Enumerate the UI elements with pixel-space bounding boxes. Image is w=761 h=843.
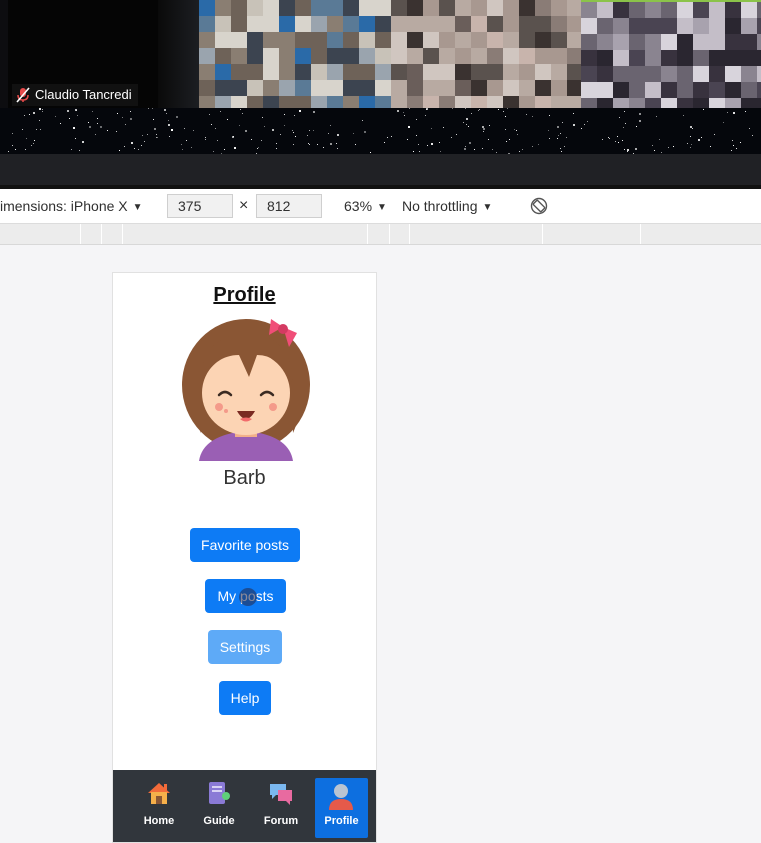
chat-bubbles-icon: [270, 784, 292, 805]
mic-muted-icon: [16, 87, 30, 103]
zoom-select[interactable]: 63% ▼: [344, 189, 387, 223]
participant-tile-local[interactable]: Claudio Tancredi: [8, 0, 199, 108]
user-name: Barb: [223, 467, 266, 489]
zoom-value: 63%: [344, 198, 373, 214]
nav-label: Profile: [324, 815, 359, 827]
nav-item-guide[interactable]: Guide: [190, 770, 248, 842]
nav-item-forum[interactable]: Forum: [252, 770, 310, 842]
nav-label: Guide: [203, 815, 235, 827]
height-input[interactable]: 812: [256, 194, 322, 218]
avatar: [179, 315, 313, 461]
throttling-select[interactable]: No throttling ▼: [402, 189, 492, 223]
caret-down-icon: ▼: [482, 202, 493, 213]
participant-tile-blurred[interactable]: [391, 0, 581, 108]
device-select[interactable]: imensions: iPhone X ▼: [0, 189, 143, 223]
touch-cursor: [239, 588, 257, 606]
favorite-posts-button[interactable]: Favorite posts: [190, 528, 300, 562]
caret-down-icon: ▼: [377, 202, 387, 213]
settings-button[interactable]: Settings: [208, 630, 282, 664]
device-toolbar: imensions: iPhone X ▼ 375 × 812 63% ▼ No t…: [0, 189, 761, 224]
caret-down-icon: ▼: [132, 202, 143, 213]
nav-label: Home: [143, 815, 175, 827]
participant-tile-blurred[interactable]: [199, 0, 391, 108]
user-avatar-icon: [329, 784, 353, 810]
page-title: Profile: [213, 284, 276, 306]
nav-label: Forum: [263, 815, 299, 827]
nav-item-home[interactable]: Home: [130, 770, 188, 842]
phone-screen: Profile Barb Favorite posts My Settings …: [112, 272, 377, 843]
device-select-label: imensions: iPhone X: [0, 198, 128, 214]
participant-tile-blurred[interactable]: [581, 0, 761, 108]
width-input[interactable]: 375: [167, 194, 233, 218]
meeting-bar: [0, 154, 761, 188]
rotate-icon[interactable]: [530, 197, 548, 215]
help-button[interactable]: Help: [219, 681, 271, 715]
participant-name: Claudio Tancredi: [35, 87, 132, 102]
participant-name-tag: Claudio Tancredi: [12, 84, 138, 106]
home-icon: [148, 783, 170, 804]
dimension-separator: ×: [239, 197, 249, 214]
guide-book-icon: [209, 782, 230, 804]
video-call-strip: Claudio Tancredi: [0, 0, 761, 108]
background-starfield: [0, 108, 761, 154]
bottom-nav: Home Guide Forum Profile: [113, 770, 376, 842]
media-query-ruler: [0, 224, 761, 245]
nav-item-profile[interactable]: Profile: [315, 778, 368, 838]
throttling-value: No throttling: [402, 198, 478, 214]
